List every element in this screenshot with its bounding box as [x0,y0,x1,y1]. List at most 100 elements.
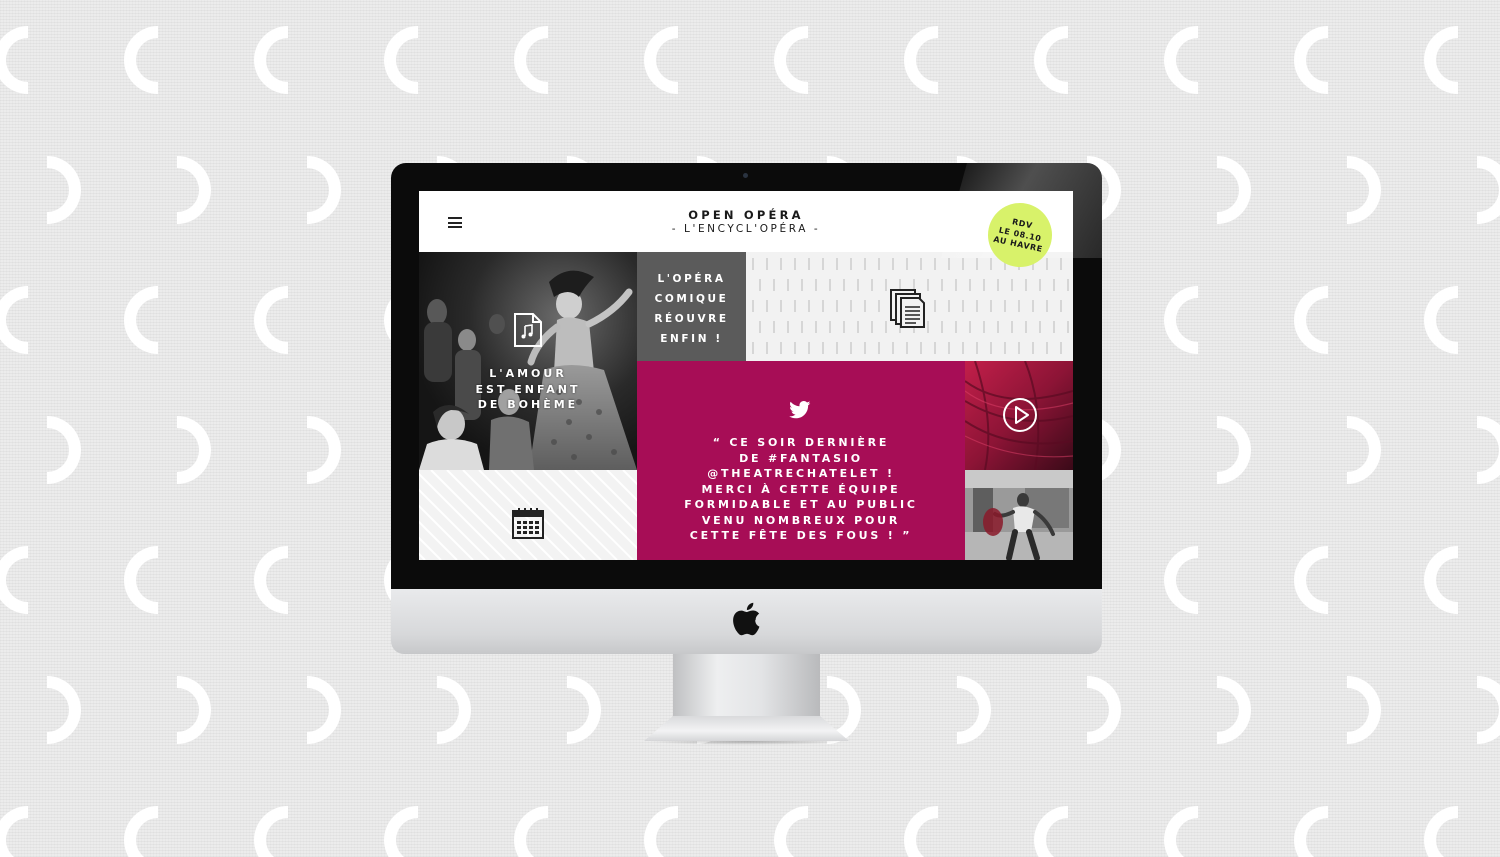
dash-mark [752,300,754,312]
dash-mark [934,258,936,270]
site-header: OPEN OPÉRA - L'ENCYCL'OPÉRA - [419,191,1073,252]
dash-mark [829,279,831,291]
dash-mark [843,321,845,333]
amour-title-line: DE BOHÈME [477,398,579,411]
dash-mark [878,300,880,312]
dash-mark [962,342,964,354]
dash-mark [1046,342,1048,354]
dash-mark [829,321,831,333]
half-circle-shape [1347,676,1381,744]
dash-mark [759,321,761,333]
opera-comique-title: L'OPÉRA COMIQUE RÉOUVRE ENFIN ! [637,269,746,349]
dash-mark [990,342,992,354]
dash-mark [1004,342,1006,354]
half-circle-shape [384,26,418,94]
tile-calendar[interactable] [419,470,637,560]
opera-stage-photo [419,252,637,470]
dash-mark [836,258,838,270]
half-circle-shape [957,676,991,744]
half-circle-shape [307,676,341,744]
dash-mark [906,342,908,354]
tile-tweet[interactable]: “ CE SOIR DERNIÈRE DE #FANTASIO @THEATRE… [637,361,965,560]
half-circle-shape [254,806,288,857]
opera-title-line: L'OPÉRA [657,273,726,285]
tile-amour-photo[interactable]: L'AMOUR EST ENFANT DE BOHÈME [419,252,637,470]
dash-mark [1039,321,1041,333]
dash-mark [920,342,922,354]
dash-mark [801,279,803,291]
imac-stand-foot [644,716,849,741]
half-circle-shape [1347,416,1381,484]
half-circle-shape [514,26,548,94]
dash-mark [941,279,943,291]
half-circle-shape [177,416,211,484]
tweet-line: FORMIDABLE ET AU PUBLIC [684,498,918,511]
tweet-line: DE #FANTASIO [739,451,863,465]
dash-mark [752,342,754,354]
dash-mark [878,342,880,354]
half-circle-shape [1294,546,1328,614]
half-circle-shape [124,26,158,94]
dash-mark [927,321,929,333]
dash-mark [927,279,929,291]
tweet-line: CETTE FÊTE DES FOUS ! ” [689,529,913,542]
dash-mark [1004,300,1006,312]
dash-mark [857,321,859,333]
half-circle-shape [1294,286,1328,354]
dash-mark [885,321,887,333]
twitter-icon [789,401,811,419]
dash-mark [815,279,817,291]
half-circle-shape [1477,676,1500,744]
half-circle-shape [124,286,158,354]
dash-mark [1011,321,1013,333]
half-circle-shape [177,676,211,744]
music-file-icon [514,313,542,347]
half-circle-shape [1217,416,1251,484]
dash-mark [766,342,768,354]
dash-mark [892,258,894,270]
half-circle-shape [1217,156,1251,224]
half-circle-shape [1477,156,1500,224]
dash-mark [780,300,782,312]
half-circle-shape [1034,806,1068,857]
dash-mark [850,258,852,270]
half-circle-shape [0,546,28,614]
dash-mark [969,321,971,333]
tweet-line: @THEATRECHATELET ! [707,467,895,480]
dash-mark [990,300,992,312]
tile-video[interactable] [965,361,1073,470]
tile-documents[interactable] [746,252,1073,361]
stripe-line [419,520,458,560]
dash-mark [752,258,754,270]
imac-stand-neck [673,654,820,716]
tweet-text: “ CE SOIR DERNIÈRE DE #FANTASIO @THEATRE… [637,435,965,544]
half-circle-shape [307,416,341,484]
stripe-line [606,470,637,502]
calendar-icon [512,508,544,539]
half-circle-shape [124,806,158,857]
dash-mark [822,300,824,312]
amour-title-line: L'AMOUR [489,367,567,380]
play-icon[interactable] [1002,397,1038,433]
half-circle-shape [644,806,678,857]
dash-mark [773,321,775,333]
tile-dancer-photo[interactable] [965,470,1073,560]
half-circle-shape [47,416,81,484]
half-circle-shape [1424,806,1458,857]
dash-mark [1039,279,1041,291]
dash-mark [850,342,852,354]
site-subtitle: - L'ENCYCL'OPÉRA - [671,223,821,235]
half-circle-shape [774,26,808,94]
tweet-line: VENU NOMBREUX POUR [701,513,901,527]
tile-opera-comique[interactable]: L'OPÉRA COMIQUE RÉOUVRE ENFIN ! [637,252,746,361]
apple-logo [733,602,760,636]
half-circle-shape [1294,26,1328,94]
half-circle-shape [1087,676,1121,744]
half-circle-shape [514,806,548,857]
site-title[interactable]: OPEN OPÉRA [419,208,1073,222]
half-circle-shape [567,676,601,744]
dash-mark [948,300,950,312]
dash-mark [780,258,782,270]
dash-mark [976,258,978,270]
tweet-line: “ CE SOIR DERNIÈRE [712,436,890,449]
